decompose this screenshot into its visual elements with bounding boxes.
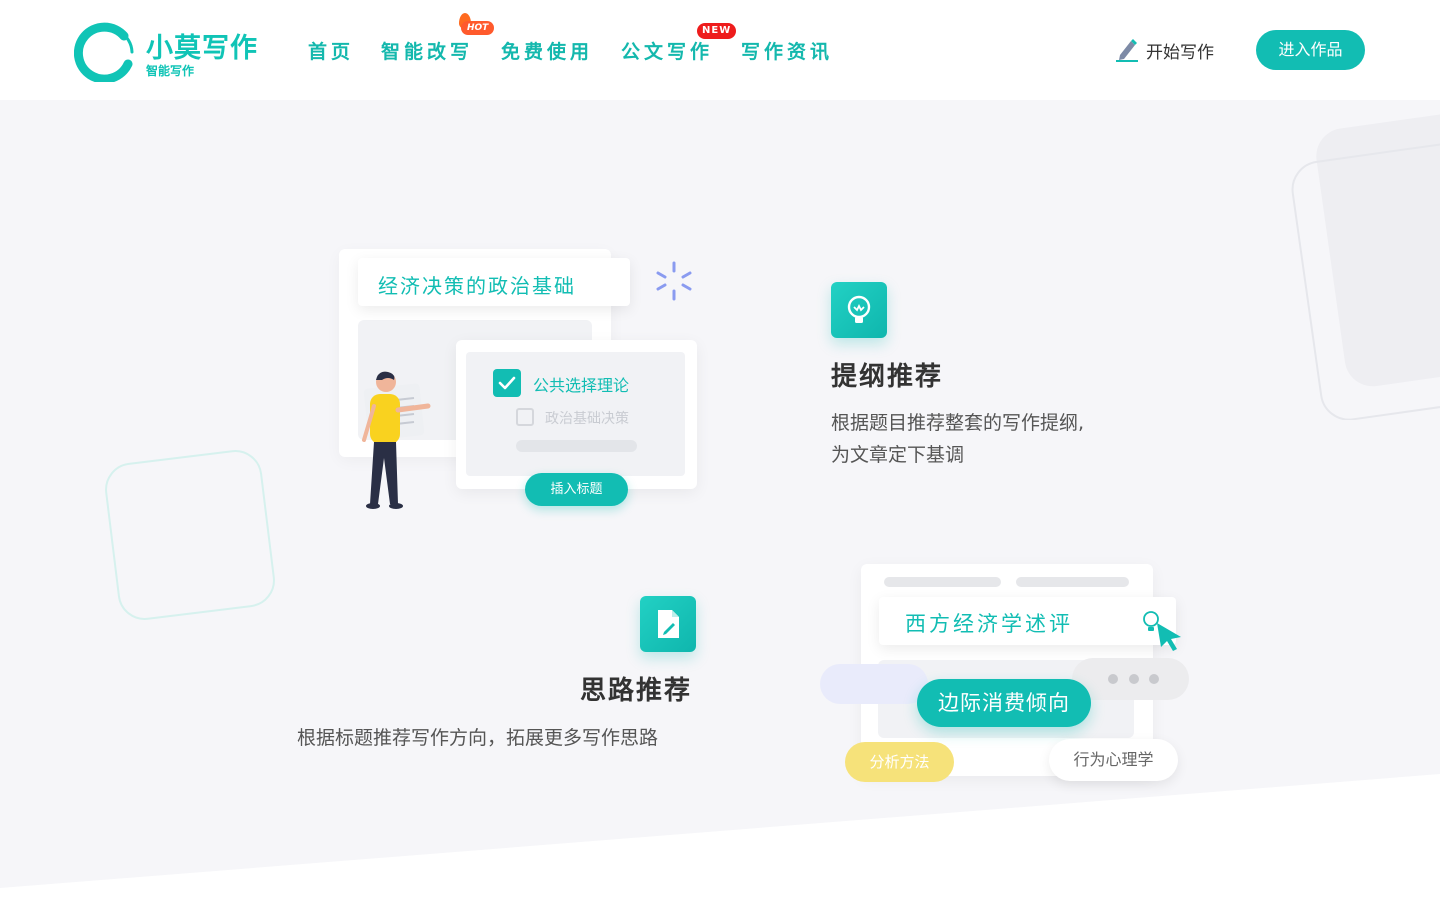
option-checkbox-checked[interactable] <box>493 369 521 397</box>
ideas-main-tag[interactable]: 边际消费倾向 <box>917 679 1091 727</box>
outline-feature-icon <box>831 282 887 338</box>
ideas-topic-text: 西方经济学述评 <box>905 612 1073 636</box>
outline-topic-text: 经济决策的政治基础 <box>378 274 576 298</box>
nav-item-label: 智能改写 <box>381 41 474 63</box>
pen-icon <box>1116 39 1138 62</box>
ideas-feature-title: 思路推荐 <box>580 676 693 706</box>
ring-logo-icon <box>74 22 134 82</box>
insert-title-button[interactable]: 插入标题 <box>525 473 628 506</box>
ideas-tag-right[interactable]: 行为心理学 <box>1049 739 1178 781</box>
outline-topic-card: 经济决策的政治基础 <box>358 258 630 306</box>
nav-item-smart-rewrite[interactable]: 智能改写 HOT <box>381 13 495 64</box>
lightbulb-icon <box>847 295 871 323</box>
sparkle-icon <box>656 261 692 301</box>
ideas-feature-desc: 根据标题推荐写作方向，拓展更多写作思路 <box>297 727 659 749</box>
ideas-topic-card: 西方经济学述评 <box>879 597 1176 645</box>
ideas-lavender-pill <box>820 664 928 704</box>
nav-item-home[interactable]: 首页 <box>308 37 354 64</box>
edit-document-icon <box>658 610 679 638</box>
person-illustration <box>362 371 431 509</box>
start-writing-label: 开始写作 <box>1146 42 1214 63</box>
outline-feature-desc-line2: 为文章定下基调 <box>831 444 965 466</box>
top-header: 小莫写作 智能写作 首页 智能改写 HOT 免费使用 公文写作 NEW 写作资讯… <box>0 0 1440 100</box>
option-checkbox-unchecked[interactable] <box>516 408 534 426</box>
more-dot <box>1149 674 1159 684</box>
logo-subtitle: 智能写作 <box>146 64 195 78</box>
more-dot <box>1108 674 1118 684</box>
bulb-cursor-icon <box>1143 611 1181 651</box>
hot-badge: HOT <box>461 21 495 35</box>
site-logo[interactable]: 小莫写作 智能写作 <box>74 20 274 84</box>
ideas-feature-icon <box>640 596 696 652</box>
bottom-white-wedge <box>0 774 1440 900</box>
new-badge: NEW <box>697 23 737 39</box>
nav-item-writing-news[interactable]: 写作资讯 <box>741 37 833 64</box>
logo-title: 小莫写作 <box>146 33 258 64</box>
background-deco-box-right <box>1291 113 1440 420</box>
nav-item-official-writing[interactable]: 公文写作 NEW <box>621 23 737 64</box>
ideas-placeholder-bar-b <box>1016 577 1129 587</box>
ideas-placeholder-bar-a <box>884 577 1001 587</box>
nav-item-label: 公文写作 <box>621 41 714 63</box>
ideas-tag-left[interactable]: 分析方法 <box>845 742 954 782</box>
outline-feature-desc-line1: 根据题目推荐整套的写作提纲, <box>831 412 1085 434</box>
nav-item-free-use[interactable]: 免费使用 <box>501 37 593 64</box>
checkmark-icon <box>498 376 516 390</box>
enter-works-button[interactable]: 进入作品 <box>1256 30 1365 70</box>
outline-feature-title: 提纲推荐 <box>831 362 944 392</box>
start-writing-link[interactable]: 开始写作 <box>1114 36 1214 64</box>
option-checked-label: 公共选择理论 <box>533 376 630 395</box>
option-placeholder-bar <box>516 440 637 452</box>
option-unchecked-label: 政治基础决策 <box>545 411 629 427</box>
more-dot <box>1129 674 1139 684</box>
background-deco-box-left <box>105 450 275 620</box>
